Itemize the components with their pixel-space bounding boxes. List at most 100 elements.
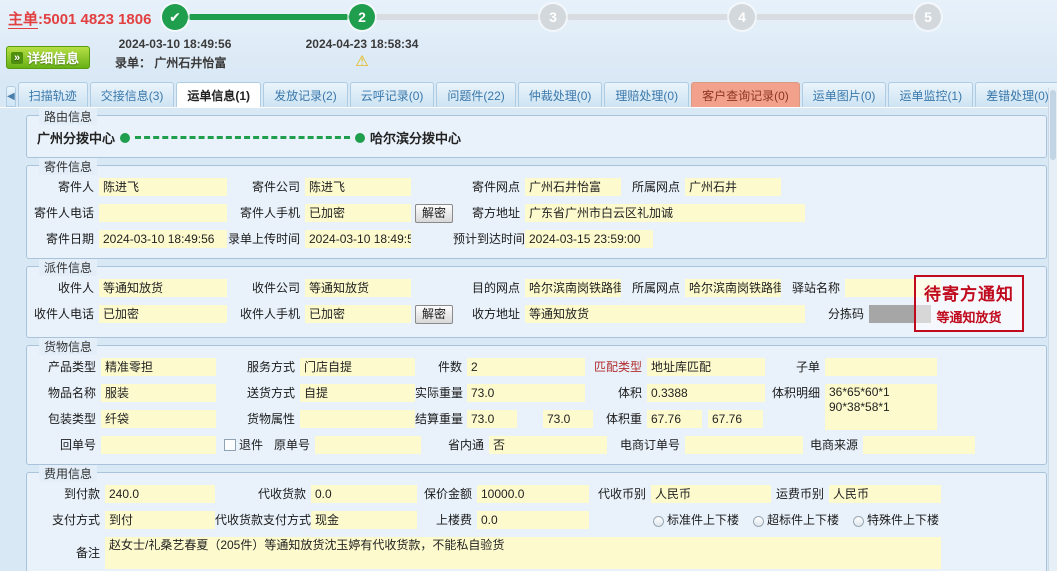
step4-circle: 4 (729, 4, 755, 30)
item-name-input[interactable]: 服装 (101, 384, 216, 402)
tab-claims[interactable]: 理赔处理(0) (604, 82, 689, 107)
cod-pay-method-input[interactable]: 现金 (311, 511, 417, 529)
tab-problem-pieces[interactable]: 问题件(22) (436, 82, 515, 107)
master-label: 主单 (8, 11, 38, 29)
oversize-upstairs-radio[interactable] (753, 516, 764, 527)
tab-arbitration[interactable]: 仲裁处理(0) (518, 82, 603, 107)
sender-branch-input[interactable]: 广州石井怡富 (525, 178, 621, 196)
detail-info-label: 详细信息 (27, 48, 79, 67)
receiver-owner-branch-input[interactable]: 哈尔滨南岗铁路街 (685, 279, 781, 297)
volume-weight-input-1[interactable]: 67.76 (647, 410, 702, 428)
section-delivery-title: 派件信息 (39, 259, 97, 276)
warning-icon: ⚠ (262, 52, 462, 70)
master-number: :5001 4823 1806 (38, 11, 151, 28)
remark-input[interactable]: 赵女士/礼桑艺春夏（205件）等通知放货沈玉婷有代收货款，不能私自验货 (105, 537, 941, 569)
eta-label: 预计到达时间 (453, 230, 525, 248)
step2-date: 2024-04-23 18:58:34 (282, 37, 442, 51)
tab-scan-track[interactable]: 扫描轨迹 (18, 82, 88, 107)
product-type-label: 产品类型 (33, 358, 101, 376)
receiver-address-input[interactable]: 等通知放货 (525, 305, 805, 323)
tab-customer-query-record[interactable]: 客户查询记录(0) (691, 82, 800, 107)
freight-currency-input[interactable]: 人民币 (829, 485, 941, 503)
tab-waybill-info[interactable]: 运单信息(1) (176, 82, 261, 107)
pay-method-input[interactable]: 到付 (105, 511, 215, 529)
sender-phone-label: 寄件人电话 (33, 204, 99, 222)
sender-company-input[interactable]: 陈进飞 (305, 178, 411, 196)
detail-info-button[interactable]: » 详细信息 (6, 46, 90, 69)
pending-notice-stamp: 待寄方通知 等通知放货 (914, 275, 1024, 332)
insured-amount-input[interactable]: 10000.0 (477, 485, 589, 503)
upload-time-input[interactable]: 2024-03-10 18:49:58 (305, 230, 411, 248)
match-type-input[interactable]: 地址库匹配 (647, 358, 765, 376)
receiver-mobile-input[interactable]: 已加密 (305, 305, 411, 323)
actual-weight-input[interactable]: 73.0 (467, 384, 585, 402)
volume-detail-input[interactable]: 36*65*60*1 90*38*58*1 (825, 384, 937, 430)
volume-weight-input-2[interactable]: 67.76 (708, 410, 763, 428)
in-province-input[interactable]: 否 (489, 436, 607, 454)
double-arrow-icon: » (11, 52, 23, 64)
chevron-left-icon[interactable]: ◀ (6, 86, 16, 107)
settle-weight-input-1[interactable]: 73.0 (467, 410, 517, 428)
section-route-info: 路由信息 广州分拨中心 哈尔滨分拨中心 (26, 115, 1047, 158)
cargo-attr-input[interactable] (300, 410, 415, 428)
sender-decrypt-button[interactable]: 解密 (415, 204, 453, 223)
stamp-line2: 等通知放货 (924, 307, 1014, 326)
tab-waybill-monitor[interactable]: 运单监控(1) (888, 82, 973, 107)
section-sender-title: 寄件信息 (39, 158, 97, 175)
cod-input[interactable]: 0.0 (311, 485, 417, 503)
sub-waybill-input[interactable] (825, 358, 937, 376)
product-type-input[interactable]: 精准零担 (101, 358, 216, 376)
receiver-person-input[interactable]: 等通知放货 (99, 279, 227, 297)
pieces-input[interactable]: 2 (467, 358, 585, 376)
section-fees-title: 费用信息 (39, 465, 97, 482)
step2-circle: 2 (349, 4, 375, 30)
upstairs-fee-input[interactable]: 0.0 (477, 511, 589, 529)
section-fees-info: 费用信息 到付款 240.0 代收货款 0.0 保价金额 10000.0 代收币… (26, 472, 1047, 571)
return-checkbox[interactable] (224, 439, 236, 451)
package-type-input[interactable]: 纤袋 (101, 410, 216, 428)
sorting-code-label: 分拣码 (805, 305, 869, 323)
receiver-company-label: 收件公司 (227, 279, 305, 297)
sender-phone-input[interactable] (99, 204, 227, 222)
to-pay-input[interactable]: 240.0 (105, 485, 215, 503)
standard-upstairs-radio[interactable] (653, 516, 664, 527)
receipt-no-input[interactable] (101, 436, 216, 454)
sender-date-input[interactable]: 2024-03-10 18:49:56 (99, 230, 227, 248)
section-delivery-info: 派件信息 待寄方通知 等通知放货 收件人 等通知放货 收件公司 等通知放货 目的… (26, 266, 1047, 338)
settle-weight-input-2[interactable]: 73.0 (543, 410, 593, 428)
receiver-decrypt-button[interactable]: 解密 (415, 305, 453, 324)
receipt-no-label: 回单号 (33, 436, 101, 454)
special-upstairs-radio[interactable] (853, 516, 864, 527)
section-route-title: 路由信息 (39, 108, 97, 125)
tab-error-handling[interactable]: 差错处理(0) (975, 82, 1057, 107)
receiver-company-input[interactable]: 等通知放货 (305, 279, 411, 297)
tab-waybill-images[interactable]: 运单图片(0) (802, 82, 887, 107)
volume-input[interactable]: 0.3388 (647, 384, 765, 402)
service-mode-input[interactable]: 门店自提 (300, 358, 415, 376)
ecommerce-source-input[interactable] (863, 436, 975, 454)
cod-currency-label: 代收币别 (589, 485, 651, 503)
cod-currency-input[interactable]: 人民币 (651, 485, 771, 503)
tab-release-record[interactable]: 发放记录(2) (263, 82, 348, 107)
sender-owner-branch-input[interactable]: 广州石井 (685, 178, 781, 196)
sender-address-input[interactable]: 广东省广州市白云区礼加诚 (525, 204, 805, 222)
receiver-person-label: 收件人 (33, 279, 99, 297)
ecommerce-order-input[interactable] (685, 436, 803, 454)
tab-bar: ◀ 扫描轨迹 交接信息(3) 运单信息(1) 发放记录(2) 云呼记录(0) 问… (0, 82, 1057, 108)
sender-mobile-input[interactable]: 已加密 (305, 204, 411, 222)
standard-upstairs-label: 标准件上下楼 (667, 511, 739, 529)
receiver-phone-input[interactable]: 已加密 (99, 305, 227, 323)
dest-branch-input[interactable]: 哈尔滨南岗铁路街 (525, 279, 621, 297)
freight-currency-label: 运费币别 (771, 485, 829, 503)
remark-label: 备注 (33, 544, 105, 562)
step3-circle: 3 (540, 4, 566, 30)
sender-address-label: 寄方地址 (453, 204, 525, 222)
scrollbar-thumb[interactable] (1050, 90, 1056, 160)
eta-input[interactable]: 2024-03-15 23:59:00 (525, 230, 653, 248)
delivery-mode-input[interactable]: 自提 (300, 384, 415, 402)
sender-person-input[interactable]: 陈进飞 (99, 178, 227, 196)
original-no-input[interactable] (315, 436, 421, 454)
tab-cloudcall-record[interactable]: 云呼记录(0) (350, 82, 435, 107)
tab-handover-info[interactable]: 交接信息(3) (90, 82, 175, 107)
vertical-scrollbar[interactable] (1048, 88, 1057, 571)
